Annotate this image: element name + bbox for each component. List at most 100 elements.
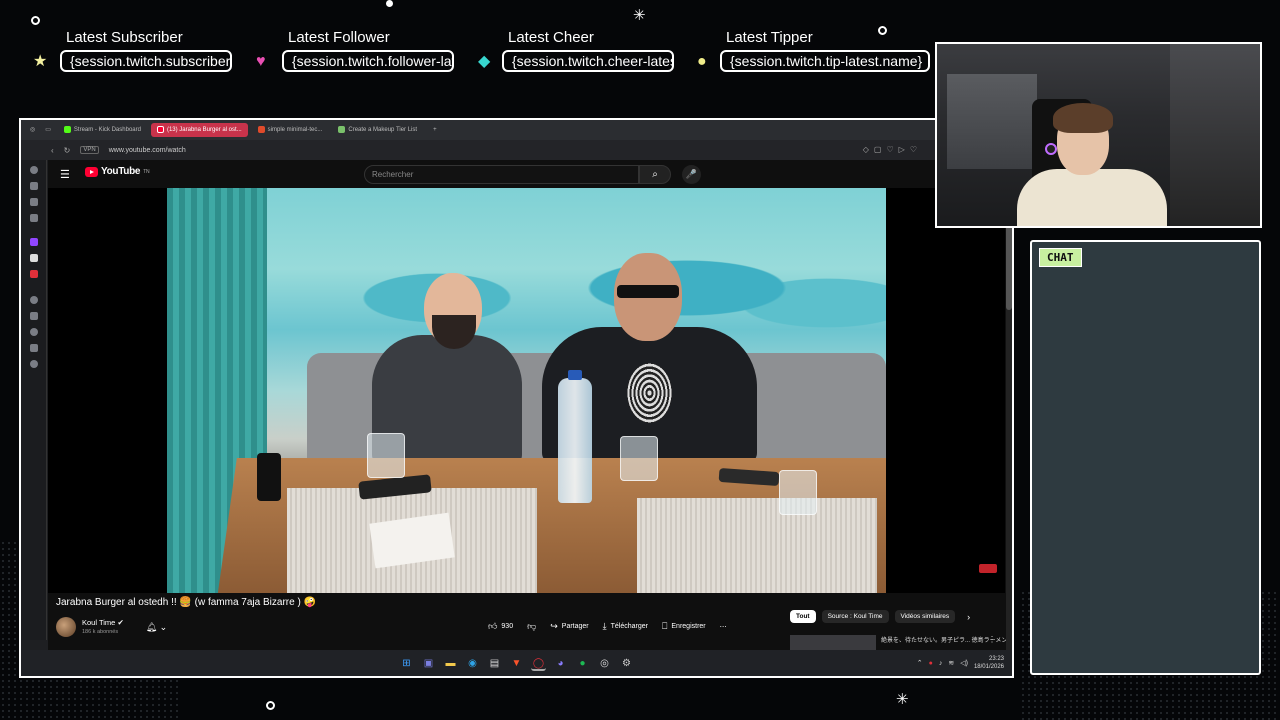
video-player[interactable]: [48, 188, 1005, 593]
bell-icon[interactable]: 🔔︎ ⌄: [146, 622, 167, 633]
discord-icon[interactable]: ◕: [553, 656, 568, 671]
microphone-icon[interactable]: 🎤: [682, 165, 701, 184]
live-indicator: [979, 564, 997, 573]
system-clock[interactable]: 23:23 18/01/2026: [974, 655, 1004, 671]
more-actions-button[interactable]: ⋯: [720, 623, 727, 631]
chip-all[interactable]: Tout: [790, 610, 816, 623]
store-icon[interactable]: ▤: [487, 656, 502, 671]
sidebar-app-icon[interactable]: [30, 182, 38, 190]
tab-tier-list[interactable]: Create a Makeup Tier List: [332, 123, 423, 137]
headphones-icon: [1045, 143, 1057, 155]
video-frame[interactable]: [167, 188, 886, 593]
recommended-thumbnail[interactable]: [790, 635, 876, 650]
page-scrollbar[interactable]: [1006, 160, 1012, 650]
kick-icon: [63, 125, 71, 133]
tab-youtube-video[interactable]: (13) Jarabna Burger al ost...: [150, 123, 248, 137]
latest-follower-widget: Latest Follower {session.twitch.follower…: [282, 29, 454, 72]
chevron-right-icon[interactable]: ›: [967, 612, 970, 622]
alert-value: {session.twitch.follower-latest.name}: [282, 50, 454, 72]
bookmark-icon: ⎕: [661, 621, 668, 631]
twitch-icon[interactable]: [30, 238, 38, 246]
file-explorer-icon[interactable]: ▬: [443, 656, 458, 671]
sparkle-icon: ✳: [633, 7, 646, 24]
related-filter-chips: Tout Source : Koul Time Vidéos similaire…: [790, 610, 970, 623]
heart-icon: ♥: [256, 53, 266, 70]
save-button[interactable]: ⎕ Enregistrer: [662, 621, 706, 632]
sparkle-icon: ✳: [896, 691, 909, 708]
diamond-icon: ◆: [478, 53, 491, 70]
settings-gear-icon[interactable]: ⚙: [619, 656, 634, 671]
settings-icon[interactable]: [30, 360, 38, 368]
tab-simple-minimal[interactable]: simple minimal-tec...: [252, 123, 329, 137]
shield-icon[interactable]: [30, 270, 38, 278]
more-vertical-icon[interactable]: ⋮: [988, 635, 996, 644]
channel-name[interactable]: Koul Time ✔: [82, 618, 124, 628]
vpn-badge[interactable]: VPN: [80, 146, 99, 154]
obs-icon[interactable]: ◎: [597, 656, 612, 671]
wifi-icon[interactable]: ≋: [948, 659, 954, 667]
alert-label: Latest Cheer: [508, 29, 594, 46]
thumbs-down-icon: 👎︎: [527, 621, 537, 631]
speed-dial-icon[interactable]: [30, 166, 38, 174]
water-bottle: [558, 370, 592, 503]
notes-icon[interactable]: [30, 312, 38, 320]
share-button[interactable]: ↪ Partager: [550, 621, 588, 632]
glass: [620, 436, 658, 481]
chevron-up-icon[interactable]: ⌃: [917, 659, 923, 667]
latest-subscriber-widget: Latest Subscriber {session.twitch.subscr…: [60, 29, 232, 72]
site-icon: [338, 125, 346, 133]
sidebar-app-icon[interactable]: [30, 214, 38, 222]
sidebar-app-icon[interactable]: [30, 344, 38, 352]
x-icon[interactable]: [30, 254, 38, 262]
volume-icon[interactable]: ◁): [960, 659, 968, 667]
clothing-rack: [1170, 44, 1260, 226]
tab-kick-dashboard[interactable]: Stream - Kick Dashboard: [58, 123, 147, 137]
screen-capture: ◎ ▭ Stream - Kick Dashboard (13) Jarabna…: [19, 118, 1014, 678]
alert-label: Latest Follower: [288, 29, 390, 46]
youtube-header: ☰ YouTubeTN Rechercher ⌕ 🎤 ⇧: [48, 160, 1012, 188]
microphone-tray-icon[interactable]: ♪: [939, 660, 943, 667]
dislike-button[interactable]: 👎︎: [527, 621, 536, 632]
url-field[interactable]: www.youtube.com/watch: [109, 147, 186, 154]
tab-label: simple minimal-tec...: [267, 127, 323, 133]
share-icon: ↪: [550, 621, 558, 631]
clock-icon[interactable]: [30, 328, 38, 336]
download-button[interactable]: ⤓ Télécharger: [603, 621, 648, 632]
glass: [779, 470, 817, 515]
decor-dot: [386, 0, 393, 7]
browser-toolbar-icons[interactable]: ◇▢♡▷♡: [863, 145, 922, 154]
chip-source[interactable]: Source : Koul Time: [821, 610, 889, 623]
edge-icon[interactable]: ◉: [465, 656, 480, 671]
clock-time: 23:23: [988, 656, 1004, 662]
teams-icon[interactable]: ▣: [421, 656, 436, 671]
spotify-icon[interactable]: ●: [575, 656, 590, 671]
chat-label: CHAT: [1039, 248, 1082, 267]
tab-overview-icon[interactable]: ▭: [42, 123, 54, 137]
decor-dot: [31, 16, 40, 25]
tab-label: (13) Jarabna Burger al ost...: [166, 127, 242, 133]
coin-icon: ●: [697, 53, 707, 70]
channel-avatar[interactable]: [56, 617, 76, 637]
sidebar-app-icon[interactable]: [30, 198, 38, 206]
new-tab-button[interactable]: +: [427, 123, 443, 137]
reload-icon[interactable]: ↻: [64, 146, 71, 155]
video-title: Jarabna Burger al ostedh !! 🍔 (w famma 7…: [56, 597, 317, 608]
youtube-logo[interactable]: YouTube TN: [85, 166, 150, 177]
back-icon[interactable]: ‹: [51, 146, 54, 155]
logo-text: YouTube: [101, 166, 141, 177]
browser-menu-icon[interactable]: ◎: [27, 123, 38, 137]
like-button[interactable]: 👍︎ 930: [488, 621, 513, 632]
hamburger-menu-icon[interactable]: ☰: [60, 168, 70, 181]
search-icon[interactable]: ⌕: [639, 165, 671, 184]
thumbs-up-icon: 👍︎: [488, 621, 498, 631]
history-icon[interactable]: [30, 296, 38, 304]
brave-icon[interactable]: ▼: [509, 656, 524, 671]
alert-label: Latest Tipper: [726, 29, 813, 46]
tray-app-icon[interactable]: ●: [929, 660, 933, 667]
windows-start-icon[interactable]: ⊞: [399, 656, 414, 671]
tab-label: Create a Makeup Tier List: [348, 127, 418, 133]
opera-icon[interactable]: ◯: [531, 656, 546, 671]
subscriber-count: 186 k abonnés: [82, 629, 119, 635]
search-input[interactable]: Rechercher: [364, 165, 639, 184]
chip-similar[interactable]: Vidéos similaires: [894, 610, 956, 623]
